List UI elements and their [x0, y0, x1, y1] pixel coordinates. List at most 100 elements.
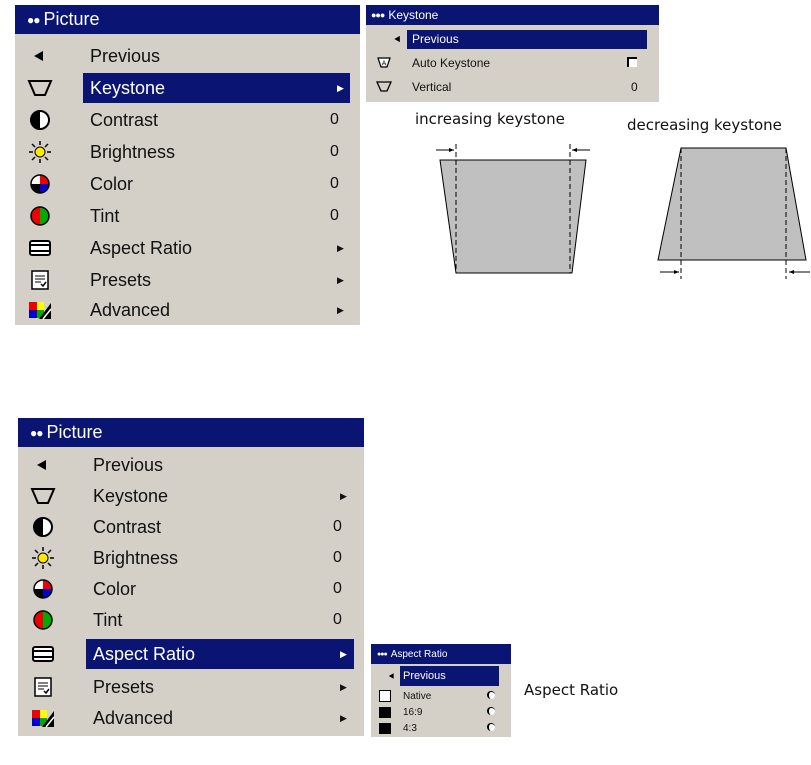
menu-item-value: 0: [333, 518, 342, 535]
menu-item-label: Color: [90, 173, 134, 194]
menu-item-value: 0: [631, 80, 638, 94]
menu-item-value: 0: [330, 111, 339, 128]
aspect-ratio-icon: [30, 641, 56, 667]
auto-keystone-icon: [376, 55, 392, 71]
menu-item-tint[interactable]: Tint 0: [18, 604, 364, 636]
previous-arrow-icon: [27, 43, 53, 69]
menu-item-presets[interactable]: Presets ▶: [15, 264, 360, 296]
menu-item-value: 0: [333, 549, 342, 566]
keystone-icon: [30, 483, 56, 509]
menu-item-label: Advanced: [93, 707, 174, 728]
menu-item-value: 0: [333, 611, 342, 628]
caption-increasing-keystone: increasing keystone: [415, 110, 565, 128]
menu-item-label: Aspect Ratio: [93, 643, 196, 664]
picture-menu-top: ●● Picture Previous Keystone ▶ Contrast …: [15, 5, 360, 325]
submenu-arrow-icon: ▶: [340, 712, 347, 723]
menu-item-label: Keystone: [90, 77, 166, 98]
menu-item-color[interactable]: Color 0: [15, 168, 360, 200]
keystone-menu: ●●● Keystone Previous Auto Keystone Vert…: [366, 5, 659, 102]
brightness-icon: [27, 139, 53, 165]
menu-item-previous[interactable]: Previous: [18, 449, 364, 481]
color-icon: [27, 171, 53, 197]
aspect-item-4-3[interactable]: 4:3: [371, 720, 511, 736]
previous-arrow-icon: [385, 669, 399, 683]
menu-item-label: Contrast: [90, 109, 159, 130]
menu-item-label: Native: [403, 690, 432, 702]
menu-item-label: Tint: [90, 205, 120, 226]
picture-menu-title-text: Picture: [46, 422, 103, 442]
submenu-arrow-icon: ▶: [337, 242, 344, 253]
previous-arrow-icon: [30, 452, 56, 478]
menu-item-value: 0: [330, 175, 339, 192]
menu-item-label: 4:3: [403, 722, 417, 734]
auto-keystone-checkbox[interactable]: [627, 57, 637, 67]
keystone-item-previous[interactable]: Previous: [366, 29, 659, 49]
menu-level-dots-icon: ●●: [27, 12, 40, 27]
aspect-menu-title: ●●● Aspect Ratio: [371, 644, 511, 664]
aspect-item-native[interactable]: Native: [371, 688, 511, 704]
keystone-menu-title: ●●● Keystone: [366, 5, 659, 25]
presets-icon: [27, 267, 53, 293]
menu-level-dots-icon: ●●●: [377, 650, 388, 658]
menu-item-label: Auto Keystone: [412, 56, 491, 70]
menu-item-label: Advanced: [90, 299, 171, 320]
menu-item-label: Presets: [90, 269, 152, 290]
keystone-item-auto-keystone[interactable]: Auto Keystone: [366, 53, 659, 73]
picture-menu-title-text: Picture: [43, 9, 100, 29]
menu-item-tint[interactable]: Tint 0: [15, 200, 360, 232]
tint-icon: [27, 203, 53, 229]
submenu-arrow-icon: ▶: [340, 681, 347, 692]
menu-item-label: Brightness: [90, 141, 176, 162]
decreasing-keystone-diagram: [657, 147, 810, 279]
widescreen-swatch-icon: [379, 707, 391, 718]
menu-item-label: Aspect Ratio: [90, 237, 193, 258]
menu-item-keystone[interactable]: Keystone ▶: [18, 480, 364, 512]
submenu-arrow-icon: ▶: [340, 490, 347, 501]
menu-item-advanced[interactable]: Advanced ▶: [18, 702, 364, 734]
menu-item-presets[interactable]: Presets ▶: [18, 671, 364, 703]
submenu-arrow-icon: ▶: [340, 648, 347, 659]
picture-menu-title: ●● Picture: [18, 418, 364, 447]
standard-swatch-icon: [379, 723, 391, 734]
keystone-icon: [27, 75, 53, 101]
menu-item-contrast[interactable]: Contrast 0: [18, 511, 364, 543]
menu-item-label: Previous: [403, 670, 446, 682]
radio-button-icon[interactable]: [487, 707, 495, 715]
menu-item-advanced[interactable]: Advanced ▶: [15, 294, 360, 326]
advanced-icon: [27, 297, 53, 323]
menu-item-previous[interactable]: Previous: [15, 40, 360, 72]
picture-menu-title: ●● Picture: [15, 5, 360, 34]
menu-level-dots-icon: ●●●: [371, 10, 385, 20]
menu-item-color[interactable]: Color 0: [18, 573, 364, 605]
menu-item-label: Previous: [412, 32, 459, 46]
menu-item-label: Presets: [93, 676, 155, 697]
menu-item-value: 0: [330, 143, 339, 160]
radio-button-icon[interactable]: [487, 691, 495, 699]
radio-button-icon[interactable]: [487, 723, 495, 731]
submenu-arrow-icon: ▶: [337, 304, 344, 315]
menu-item-label: Previous: [90, 45, 161, 66]
menu-item-value: 0: [333, 580, 342, 597]
menu-item-aspect-ratio[interactable]: Aspect Ratio ▶: [15, 232, 360, 264]
keystone-menu-title-text: Keystone: [388, 8, 439, 22]
presets-icon: [30, 674, 56, 700]
menu-item-label: Contrast: [93, 516, 162, 537]
previous-arrow-icon: [390, 31, 406, 47]
aspect-item-previous[interactable]: Previous: [371, 666, 511, 686]
aspect-menu-title-text: Aspect Ratio: [390, 648, 448, 660]
menu-item-brightness[interactable]: Brightness 0: [18, 542, 364, 574]
advanced-icon: [30, 705, 56, 731]
increasing-keystone-diagram: [436, 144, 590, 274]
menu-item-label: Vertical: [412, 80, 452, 94]
menu-item-contrast[interactable]: Contrast 0: [15, 104, 360, 136]
color-icon: [30, 576, 56, 602]
menu-item-label: Brightness: [93, 547, 179, 568]
menu-item-keystone[interactable]: Keystone ▶: [15, 72, 360, 104]
menu-item-brightness[interactable]: Brightness 0: [15, 136, 360, 168]
menu-item-label: Color: [93, 578, 137, 599]
aspect-item-16-9[interactable]: 16:9: [371, 704, 511, 720]
menu-item-aspect-ratio[interactable]: Aspect Ratio ▶: [18, 638, 364, 670]
picture-menu-bottom: ●● Picture Previous Keystone ▶ Contrast …: [18, 418, 364, 736]
keystone-item-vertical[interactable]: Vertical 0: [366, 77, 659, 97]
submenu-arrow-icon: ▶: [337, 274, 344, 285]
